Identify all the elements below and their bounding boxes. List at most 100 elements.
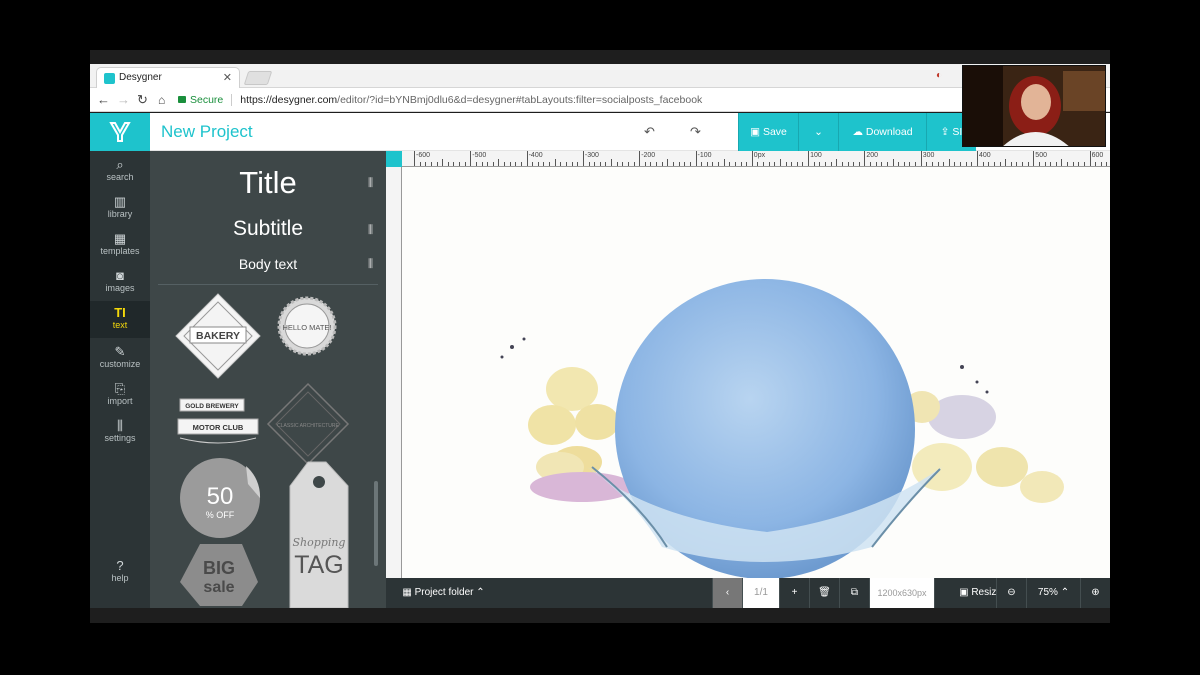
big-sale-sticker[interactable]: BIG sale (180, 544, 258, 606)
rail-item-help[interactable]: ? help (90, 554, 150, 591)
ruler-tick (1005, 159, 1007, 166)
panel-scrollbar[interactable] (374, 481, 378, 566)
prev-page-button[interactable]: ‹ (712, 578, 742, 608)
download-button[interactable]: ☁ Download (838, 113, 926, 151)
design-canvas-area[interactable]: -600 -500 -400 -300 -200 -100 0px 100 200 300 400 5… (386, 151, 1110, 578)
back-arrow-icon[interactable]: ← (97, 92, 110, 108)
url-field[interactable]: Secure https://desygner.com/editor/?id=bY… (178, 91, 958, 109)
fifty-off-sticker[interactable]: 50 % OFF (180, 458, 261, 538)
ruler-tick (999, 162, 1001, 166)
rail-item-templates[interactable]: ▦ templates (90, 227, 150, 264)
ruler-tick (988, 162, 990, 166)
ruler-corner-button[interactable] (386, 151, 402, 167)
library-icon: ▥ (113, 194, 127, 209)
ruler-tick (937, 162, 939, 166)
zoom-out-button[interactable]: ⊖ (996, 578, 1026, 608)
ruler-tick (684, 162, 686, 166)
reload-icon[interactable]: ↻ (137, 92, 148, 108)
chevron-left-icon: ‹ (725, 587, 730, 598)
rail-item-customize[interactable]: ✎ customize (90, 340, 150, 377)
project-folder-button[interactable]: ▦ Project folder ⌃ (386, 578, 501, 608)
ruler-tick (785, 162, 787, 166)
ruler-tick-label: -300 (584, 152, 599, 159)
hello-mate-sticker[interactable]: HELLO MATE! (277, 296, 337, 356)
brush-icon: ✎ (114, 344, 126, 359)
ruler-tick-label: 200 (866, 152, 879, 159)
ruler-tick (650, 162, 652, 166)
close-tab-icon[interactable]: ✕ (223, 71, 232, 84)
ruler-tick (723, 159, 725, 166)
horizontal-ruler: -600 -500 -400 -300 -200 -100 0px 100 200 300 400 5… (402, 151, 1110, 167)
ruler-tick (768, 162, 770, 166)
url-path: /editor/?id=bYNBmj0dlu6&d=desygner#tabLa… (337, 94, 703, 106)
presenter-video (963, 66, 1105, 146)
rail-label-templates: templates (100, 246, 140, 256)
browser-tab[interactable]: Desygner ✕ (96, 67, 240, 88)
rail-item-library[interactable]: ▥ library (90, 190, 150, 227)
rail-item-search[interactable]: ⌕ search (90, 153, 150, 190)
rail-item-settings[interactable]: ⫼ settings (90, 414, 150, 451)
body-settings-icon[interactable]: ⫼ (368, 258, 373, 271)
ruler-tick (920, 151, 922, 166)
delete-page-button[interactable]: 🗑 (809, 578, 839, 608)
duplicate-icon: ⧉ (850, 587, 859, 598)
bakery-sticker[interactable]: BAKERY (175, 293, 261, 379)
ruler-tick (526, 151, 528, 166)
zoom-in-button[interactable]: ⊕ (1080, 578, 1110, 608)
ruler-tick (740, 162, 742, 166)
text-sticker-grid: BAKERY HELLO MATE! GOLD BREWERY MOTOR CL… (175, 293, 350, 608)
rail-item-import[interactable]: ⎘ import (90, 377, 150, 414)
rail-item-images[interactable]: ◙ images (90, 264, 150, 301)
desygner-logo[interactable] (90, 113, 150, 151)
hello-mate-text: HELLO MATE! (282, 323, 331, 332)
browser-tab-bar: Desygner ✕ ◐ (90, 64, 1110, 88)
forward-arrow-icon[interactable]: → (117, 92, 130, 108)
add-page-button[interactable]: + (779, 578, 809, 608)
ruler-tick (515, 162, 517, 166)
architecture-sticker[interactable]: CLASSIC ARCHITECTURE (266, 382, 350, 466)
ruler-tick (977, 151, 978, 166)
save-options-dropdown[interactable]: ⌄ (798, 113, 838, 151)
ruler-tick (689, 162, 691, 166)
ruler-tick (611, 159, 613, 166)
subtitle-settings-icon[interactable]: ⫼ (368, 224, 373, 237)
shopping-tag-sticker[interactable]: Shopping TAG (289, 461, 349, 608)
import-icon: ⎘ (114, 381, 126, 396)
ruler-tick (678, 162, 680, 166)
ruler-tick (1072, 162, 1074, 166)
subtitle-text-preset[interactable]: Subtitle (150, 217, 386, 241)
ruler-tick (903, 162, 905, 166)
redo-icon[interactable]: ↷ (690, 124, 701, 140)
undo-icon[interactable]: ↶ (644, 124, 655, 140)
new-tab-button[interactable] (243, 71, 273, 85)
rail-item-text[interactable]: TI text (90, 301, 156, 338)
extension-icon[interactable]: ◐ (936, 70, 942, 81)
ruler-tick (931, 162, 933, 166)
ruler-tick (701, 162, 703, 166)
zoom-controls: ⊖ 75% ⌃ ⊕ (996, 578, 1110, 608)
ruler-tick (442, 159, 444, 166)
ruler-tick (554, 159, 556, 166)
ruler-tick-label: -600 (416, 152, 431, 159)
templates-icon: ▦ (113, 231, 127, 246)
ruler-tick (830, 162, 832, 166)
ruler-tick (751, 151, 753, 166)
sale-text: sale (203, 579, 234, 596)
ruler-tick (672, 162, 674, 166)
ruler-tick (644, 162, 646, 166)
ruler-tick (853, 162, 855, 166)
ruler-tick (971, 162, 973, 166)
motor-club-sticker[interactable]: GOLD BREWERY MOTOR CLUB (177, 398, 259, 444)
body-text-preset[interactable]: Body text (150, 256, 386, 272)
ruler-tick (475, 162, 477, 166)
rail-label-help: help (111, 573, 129, 583)
home-icon[interactable]: ⌂ (158, 92, 165, 108)
title-text-preset[interactable]: Title (150, 165, 386, 201)
save-button[interactable]: ▣ Save (738, 113, 798, 151)
project-title[interactable]: New Project (161, 122, 253, 142)
zoom-level-dropdown[interactable]: 75% ⌃ (1026, 578, 1080, 608)
title-settings-icon[interactable]: ⫼ (368, 177, 373, 190)
design-artboard[interactable] (402, 167, 1110, 578)
duplicate-page-button[interactable]: ⧉ (839, 578, 869, 608)
ruler-tick (1038, 162, 1040, 166)
